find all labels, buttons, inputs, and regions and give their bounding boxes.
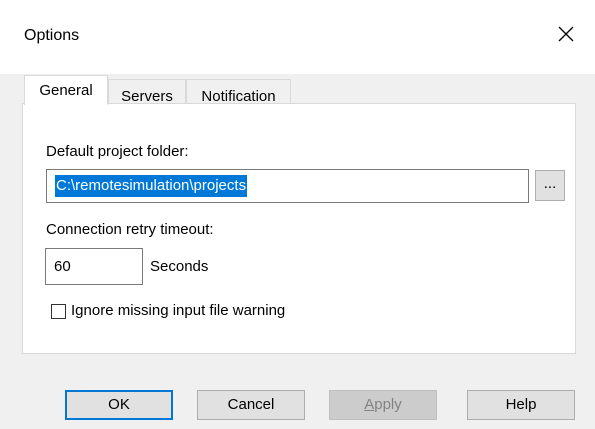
cancel-button-label: Cancel xyxy=(227,396,275,413)
ignore-warning-checkbox[interactable] xyxy=(51,304,66,319)
retry-timeout-input[interactable]: 60 xyxy=(45,248,143,285)
tab-notification[interactable]: Notification xyxy=(186,79,291,105)
tab-general-label: General xyxy=(39,82,93,99)
window-title: Options xyxy=(24,27,80,44)
title-bar: Options xyxy=(0,0,595,74)
help-button[interactable]: Help xyxy=(467,390,575,420)
close-icon xyxy=(558,26,574,42)
ok-button-label: OK xyxy=(108,396,130,413)
retry-timeout-value: 60 xyxy=(54,258,71,275)
browse-button[interactable]: ... xyxy=(535,170,565,201)
ignore-warning-label[interactable]: Ignore missing input file warning xyxy=(71,302,285,319)
ok-button[interactable]: OK xyxy=(65,390,173,420)
retry-timeout-label: Connection retry timeout: xyxy=(46,221,214,238)
apply-button-label: Apply xyxy=(364,396,402,413)
tab-general[interactable]: General xyxy=(24,75,108,105)
close-button[interactable] xyxy=(543,14,589,54)
cancel-button[interactable]: Cancel xyxy=(197,390,305,420)
project-folder-input[interactable]: C:\remotesimulation\projects xyxy=(46,169,529,203)
options-dialog: Options General Servers Notification Def… xyxy=(0,0,595,429)
help-button-label: Help xyxy=(505,396,537,413)
retry-timeout-unit: Seconds xyxy=(150,258,209,275)
project-folder-value: C:\remotesimulation\projects xyxy=(55,175,248,197)
tab-servers[interactable]: Servers xyxy=(108,79,186,105)
apply-button[interactable]: Apply xyxy=(329,390,437,420)
project-folder-label: Default project folder: xyxy=(46,143,189,160)
